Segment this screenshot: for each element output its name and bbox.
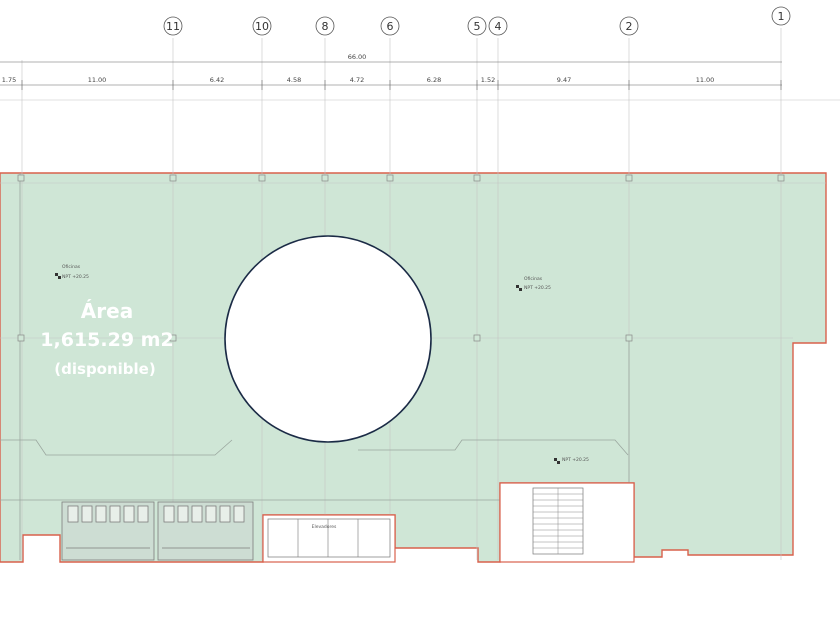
grid-axis-labels: 11 10 8 6 5 4 2 1	[166, 10, 785, 33]
area-status: (disponible)	[54, 360, 155, 378]
segment-dimension: 1.75	[2, 76, 16, 84]
segment-dimension: 6.28	[427, 76, 441, 84]
segment-dimension: 4.72	[350, 76, 364, 84]
axis-label: 6	[387, 20, 394, 33]
area-title: Área	[81, 299, 133, 323]
axis-label: 5	[474, 20, 481, 33]
segment-dimensions: 1.75 11.00 6.42 4.58 4.72 6.28 1.52 9.47…	[2, 76, 715, 84]
dimension-line	[0, 61, 782, 90]
circular-void	[224, 235, 432, 443]
segment-dimension: 1.52	[481, 76, 495, 84]
axis-label: 1	[778, 10, 785, 23]
segment-dimension: 11.00	[88, 76, 107, 84]
axis-label: 2	[626, 20, 633, 33]
stair-core	[499, 482, 635, 563]
segment-dimension: 9.47	[557, 76, 571, 84]
overall-dimension: 66.00	[348, 53, 367, 61]
level-tag: NPT +20.25	[524, 285, 551, 291]
axis-label: 10	[255, 20, 269, 33]
segment-dimension: 4.58	[287, 76, 301, 84]
room-label-office-right: Oficinas	[524, 276, 543, 282]
axis-label: 11	[166, 20, 180, 33]
segment-dimension: 11.00	[696, 76, 715, 84]
segment-dimension: 6.42	[210, 76, 224, 84]
area-value: 1,615.29 m2	[40, 329, 173, 351]
axis-label: 4	[495, 20, 502, 33]
level-tag: NPT +20.25	[562, 457, 589, 463]
level-tag: NPT +20.25	[62, 274, 89, 280]
room-label-office-left: Oficinas	[62, 264, 81, 270]
elevator-label: Elevadores	[312, 524, 337, 530]
axis-label: 8	[322, 20, 329, 33]
elevator-core	[262, 514, 396, 563]
floor-plan: Elevadores 66.00 1.75 11.00 6.42 4.58 4.…	[0, 6, 840, 563]
